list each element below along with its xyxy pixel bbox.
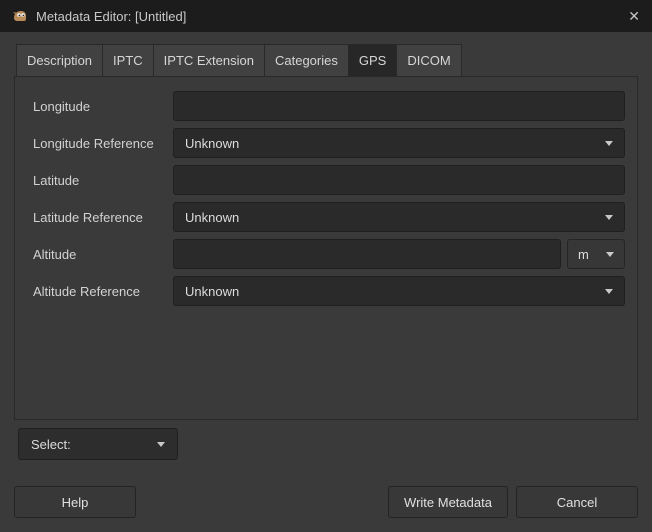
tab-gps[interactable]: GPS [348,44,397,76]
window-title: Metadata Editor: [Untitled] [36,9,606,24]
latitude-input[interactable] [173,165,625,195]
longitude-reference-row: Longitude Reference Unknown [27,128,625,158]
longitude-reference-value: Unknown [185,136,239,151]
cancel-button[interactable]: Cancel [516,486,638,518]
altitude-unit-value: m [578,247,589,262]
tab-categories[interactable]: Categories [264,44,349,76]
altitude-input[interactable] [173,239,561,269]
help-button[interactable]: Help [14,486,136,518]
action-bar-right: Write Metadata Cancel [388,486,638,518]
tab-dicom[interactable]: DICOM [396,44,461,76]
select-dropdown[interactable]: Select: [18,428,178,460]
gimp-wilber-icon [12,8,28,24]
latitude-reference-label: Latitude Reference [27,210,173,225]
titlebar: Metadata Editor: [Untitled] ✕ [0,0,652,32]
metadata-editor-window: Metadata Editor: [Untitled] ✕ Descriptio… [0,0,652,532]
altitude-reference-dropdown[interactable]: Unknown [173,276,625,306]
longitude-row: Longitude [27,91,625,121]
altitude-reference-value: Unknown [185,284,239,299]
tab-description[interactable]: Description [16,44,103,76]
latitude-reference-row: Latitude Reference Unknown [27,202,625,232]
longitude-reference-dropdown[interactable]: Unknown [173,128,625,158]
longitude-label: Longitude [27,99,173,114]
latitude-reference-dropdown[interactable]: Unknown [173,202,625,232]
latitude-row: Latitude [27,165,625,195]
action-bar: Help Write Metadata Cancel [14,486,638,518]
altitude-row: Altitude m [27,239,625,269]
close-icon[interactable]: ✕ [614,0,640,32]
altitude-unit-dropdown[interactable]: m [567,239,625,269]
chevron-down-icon [157,442,165,447]
select-dropdown-label: Select: [31,437,71,452]
tab-iptc-extension[interactable]: IPTC Extension [153,44,265,76]
longitude-reference-label: Longitude Reference [27,136,173,151]
chevron-down-icon [606,252,614,257]
altitude-label: Altitude [27,247,173,262]
notebook: Description IPTC IPTC Extension Categori… [14,44,638,420]
tab-strip: Description IPTC IPTC Extension Categori… [14,44,638,76]
chevron-down-icon [605,141,613,146]
altitude-reference-label: Altitude Reference [27,284,173,299]
altitude-reference-row: Altitude Reference Unknown [27,276,625,306]
latitude-label: Latitude [27,173,173,188]
chevron-down-icon [605,289,613,294]
latitude-reference-value: Unknown [185,210,239,225]
gps-tab-panel: Longitude Longitude Reference Unknown La… [14,76,638,420]
longitude-input[interactable] [173,91,625,121]
select-row: Select: [18,428,638,460]
write-metadata-button[interactable]: Write Metadata [388,486,508,518]
chevron-down-icon [605,215,613,220]
tab-iptc[interactable]: IPTC [102,44,154,76]
